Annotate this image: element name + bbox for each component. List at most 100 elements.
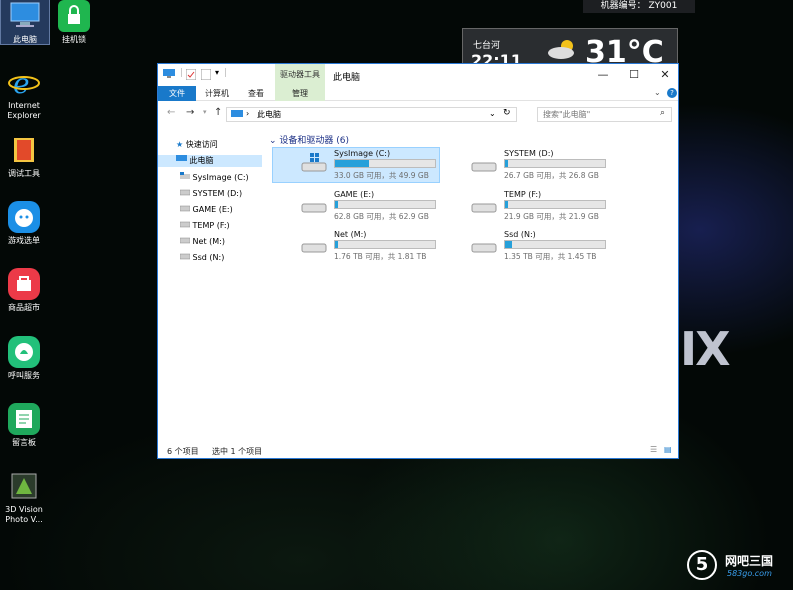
computer-icon bbox=[163, 69, 175, 82]
up-arrow-icon[interactable]: ↑ bbox=[214, 107, 222, 118]
ie-icon: e bbox=[8, 66, 40, 100]
machine-id: 机器编号： ZY001 bbox=[583, 0, 695, 13]
nav-label: SYSTEM (D:) bbox=[192, 189, 243, 198]
drive-tile-e[interactable]: GAME (E:) 62.8 GB 可用，共 62.9 GB bbox=[273, 189, 439, 223]
nav-drive-n[interactable]: Ssd (N:) bbox=[179, 252, 225, 264]
drive-icon bbox=[179, 189, 191, 198]
drive-tile-n[interactable]: Ssd (N:) 1.35 TB 可用，共 1.45 TB bbox=[443, 229, 609, 263]
drive-icon bbox=[470, 200, 498, 214]
tab-view[interactable]: 查看 bbox=[238, 86, 274, 101]
explorer-window[interactable]: | ▾ | 驱动器工具 此电脑 — ☐ ✕ 文件 计算机 查看 管理 ⌄ ? ←… bbox=[157, 63, 679, 459]
expand-ribbon-icon[interactable]: ⌄ bbox=[654, 88, 661, 97]
windows-drive-icon bbox=[180, 172, 190, 182]
logo-text: 网吧三国 bbox=[725, 554, 774, 568]
item-count: 6 个项目 bbox=[167, 447, 199, 456]
drive-icon bbox=[300, 240, 328, 254]
dropdown-chevron-icon[interactable]: ⌄ bbox=[489, 109, 496, 118]
desktop-icon-shop[interactable]: 商品超市 bbox=[0, 268, 48, 313]
nav-label: Net (M:) bbox=[192, 237, 225, 246]
chevron-down-icon: ⌄ bbox=[269, 136, 277, 146]
desktop-icon-lock[interactable]: 挂机锁 bbox=[50, 0, 98, 45]
details-view-icon[interactable]: ☰ bbox=[650, 445, 657, 454]
ribbon-tabs: 文件 计算机 查看 管理 ⌄ ? bbox=[158, 86, 678, 101]
star-icon: ★ bbox=[176, 140, 184, 149]
desktop-icon-label: 商品超市 bbox=[8, 303, 40, 312]
nav-label: 快速访问 bbox=[185, 140, 218, 149]
nav-label: TEMP (F:) bbox=[192, 221, 230, 230]
back-arrow-icon[interactable]: ← bbox=[167, 107, 175, 118]
cloud-sun-icon bbox=[545, 37, 583, 64]
tiles-view-icon[interactable]: ▤ bbox=[664, 445, 672, 454]
qat-separator: | bbox=[180, 68, 184, 78]
search-icon: ⌕ bbox=[660, 108, 666, 118]
desktop-icon-message-board[interactable]: 留言板 bbox=[0, 403, 48, 448]
address-row: ← → ▾ ↑ › 此电脑 ⌄ ↻ 搜索"此电脑" ⌕ bbox=[158, 102, 678, 126]
drive-usage-fill bbox=[505, 241, 512, 248]
drive-icon bbox=[179, 205, 191, 214]
drive-icon bbox=[470, 159, 498, 173]
drive-name: TEMP (F:) bbox=[504, 190, 542, 199]
drive-space-info: 33.0 GB 可用，共 49.9 GB bbox=[334, 171, 429, 180]
nav-drive-m[interactable]: Net (M:) bbox=[179, 236, 225, 248]
weather-widget: 七台河 22:11 31°C bbox=[462, 28, 678, 70]
drive-icon bbox=[300, 200, 328, 214]
status-bar: 6 个项目 选中 1 个项目 ☰ ▤ bbox=[158, 442, 678, 458]
window-title: 此电脑 bbox=[333, 73, 361, 83]
drive-tile-f[interactable]: TEMP (F:) 21.9 GB 可用，共 21.9 GB bbox=[443, 189, 609, 223]
close-button[interactable]: ✕ bbox=[650, 67, 680, 83]
breadcrumb[interactable]: 此电脑 bbox=[257, 109, 281, 120]
maximize-button[interactable]: ☐ bbox=[619, 67, 649, 83]
customize-qat-icon[interactable]: ▾ bbox=[215, 68, 219, 77]
refresh-icon[interactable]: ↻ bbox=[503, 108, 511, 118]
help-icon[interactable]: ? bbox=[667, 88, 677, 98]
forward-arrow-icon[interactable]: → bbox=[186, 107, 194, 118]
desktop-icon-ie[interactable]: e Internet Explorer bbox=[0, 66, 48, 121]
tab-computer[interactable]: 计算机 bbox=[198, 86, 236, 101]
weather-location: 七台河 bbox=[473, 41, 501, 51]
tab-manage[interactable]: 管理 bbox=[275, 86, 325, 101]
nav-this-pc[interactable]: 此电脑 bbox=[158, 155, 262, 167]
desktop-icon-game-menu[interactable]: 游戏选单 bbox=[0, 201, 48, 246]
drive-tile-c[interactable]: SysImage (C:) 33.0 GB 可用，共 49.9 GB bbox=[272, 147, 440, 183]
drive-tools-context-tab: 驱动器工具 bbox=[275, 64, 325, 86]
nav-drive-d[interactable]: SYSTEM (D:) bbox=[179, 188, 243, 200]
breadcrumb-separator-icon: › bbox=[246, 109, 250, 118]
drive-usage-fill bbox=[335, 201, 338, 208]
desktop-icon-label: 挂机锁 bbox=[62, 35, 86, 44]
drive-icon bbox=[470, 240, 498, 254]
computer-icon bbox=[9, 0, 41, 32]
recent-locations-icon[interactable]: ▾ bbox=[203, 108, 207, 116]
desktop-icon-this-pc[interactable]: 此电脑 bbox=[0, 0, 50, 45]
drive-tile-m[interactable]: Net (M:) 1.76 TB 可用，共 1.81 TB bbox=[273, 229, 439, 263]
properties-icon[interactable] bbox=[185, 68, 197, 83]
group-header[interactable]: ⌄ 设备和驱动器 (6) bbox=[269, 133, 349, 146]
minimize-button[interactable]: — bbox=[588, 67, 618, 83]
desktop-icon-call-service[interactable]: 呼叫服务 bbox=[0, 336, 48, 381]
qat-separator: | bbox=[224, 68, 228, 78]
nav-drive-e[interactable]: GAME (E:) bbox=[179, 204, 233, 216]
drive-name: SYSTEM (D:) bbox=[504, 149, 554, 158]
nav-drive-c[interactable]: SysImage (C:) bbox=[180, 172, 249, 184]
title-bar[interactable]: | ▾ | 驱动器工具 此电脑 — ☐ ✕ bbox=[158, 64, 678, 86]
desktop-icon-debug[interactable]: 调试工具 bbox=[0, 134, 48, 179]
nav-drive-f[interactable]: TEMP (F:) bbox=[179, 220, 230, 232]
drive-usage-bar bbox=[334, 159, 436, 168]
lock-icon bbox=[58, 0, 90, 32]
address-bar[interactable]: › 此电脑 ⌄ ↻ bbox=[226, 107, 517, 122]
search-input[interactable]: 搜索"此电脑" ⌕ bbox=[537, 107, 672, 122]
desktop-icon-label: 留言板 bbox=[12, 438, 36, 447]
drive-usage-fill bbox=[335, 241, 338, 248]
tab-file[interactable]: 文件 bbox=[158, 86, 196, 101]
nav-label: Ssd (N:) bbox=[192, 253, 225, 262]
nav-label: 此电脑 bbox=[189, 156, 214, 165]
drive-name: GAME (E:) bbox=[334, 190, 375, 199]
desktop-icon-3d-vision[interactable]: 3D Vision Photo V... bbox=[0, 470, 48, 525]
logo-icon: 5 bbox=[687, 550, 717, 580]
nav-label: GAME (E:) bbox=[192, 205, 233, 214]
nav-quick-access[interactable]: ★ 快速访问 bbox=[176, 139, 218, 151]
drive-space-info: 62.8 GB 可用，共 62.9 GB bbox=[334, 212, 429, 221]
drive-tile-d[interactable]: SYSTEM (D:) 26.7 GB 可用，共 26.8 GB bbox=[443, 148, 609, 182]
drive-name: Net (M:) bbox=[334, 230, 367, 239]
new-folder-icon[interactable] bbox=[200, 68, 212, 83]
drive-space-info: 1.76 TB 可用，共 1.81 TB bbox=[334, 252, 427, 261]
